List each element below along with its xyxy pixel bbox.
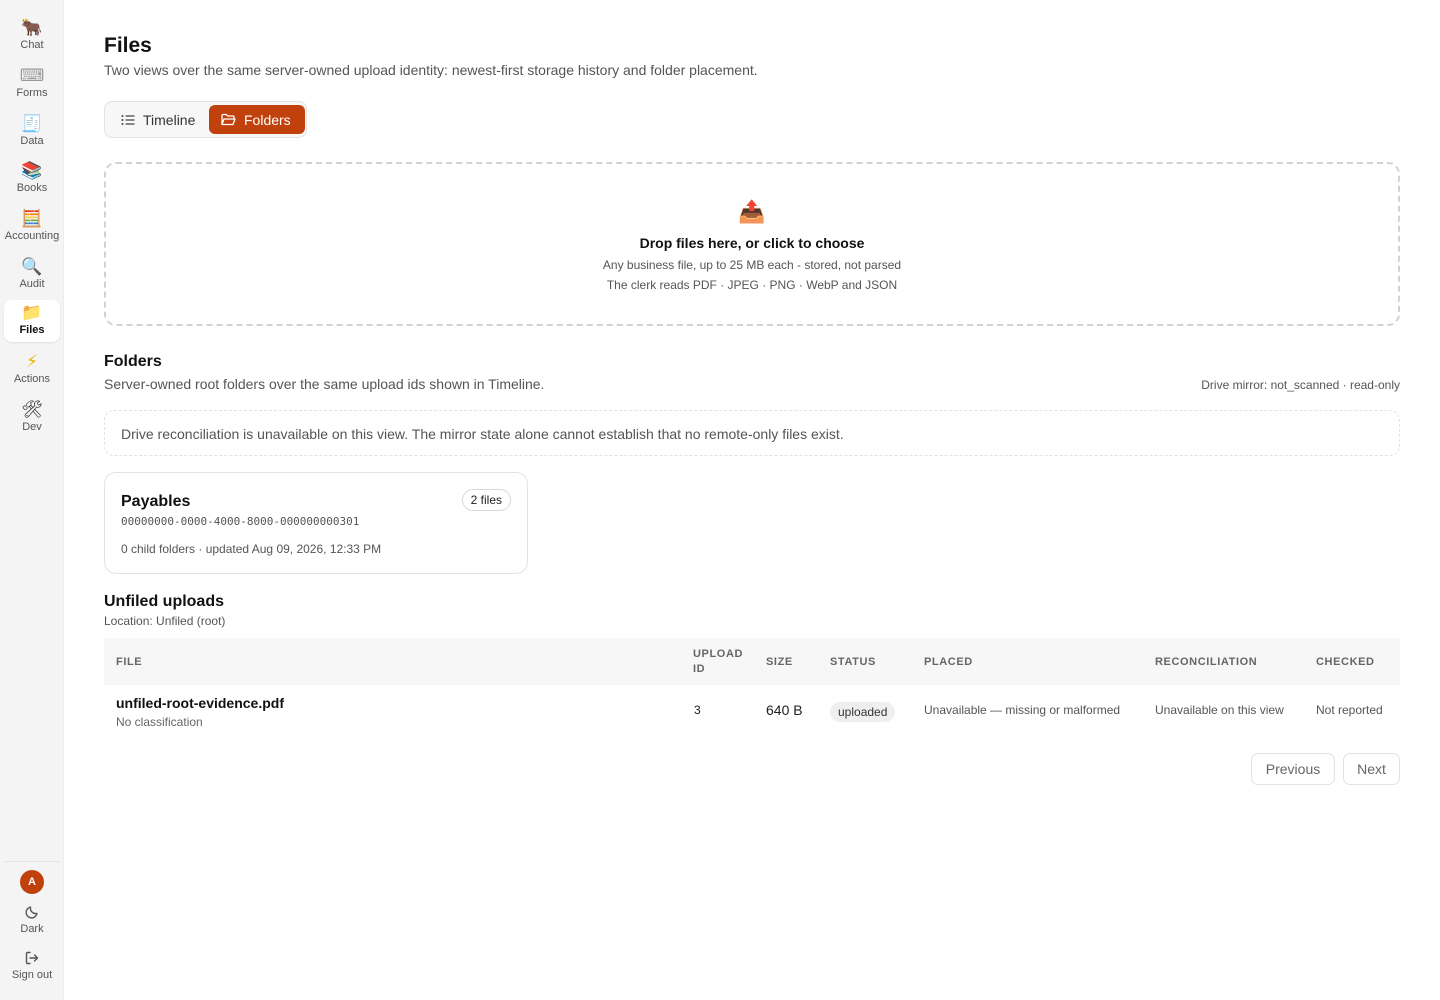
folders-section-title: Folders: [104, 353, 162, 370]
abacus-icon: 🧮: [21, 209, 43, 229]
column-header-size: SIZE: [766, 656, 793, 668]
column-header-reconciliation: RECONCILIATION: [1155, 656, 1258, 668]
tab-folders-label: Folders: [244, 111, 291, 128]
sidebar-item-label: Dev: [22, 421, 42, 433]
sidebar-divider: [4, 861, 60, 862]
sidebar-item-label: Accounting: [4, 230, 60, 242]
sidebar-item-label: Data: [20, 135, 44, 147]
column-header-checked: CHECKED: [1316, 656, 1375, 668]
magnifier-icon: 🔍: [21, 257, 43, 277]
dropzone-limits: Any business file, up to 25 MB each - st…: [602, 258, 902, 272]
folder-name: Payables: [121, 493, 191, 510]
drive-mirror-status: Drive mirror: not_scanned · read-only: [1201, 378, 1400, 392]
folders-section-subtitle: Server-owned root folders over the same …: [104, 376, 545, 392]
folder-icon: 📁: [21, 303, 43, 323]
theme-toggle-button[interactable]: Dark: [4, 904, 60, 936]
column-header-status: STATUS: [830, 656, 876, 668]
folder-open-icon: [221, 113, 236, 125]
column-header-placed: PLACED: [924, 656, 973, 668]
upload-id: 3: [694, 703, 701, 717]
list-icon: [121, 114, 135, 125]
sidebar-item-chat[interactable]: 🐂 Chat: [4, 15, 60, 57]
sidebar-item-label: Forms: [16, 87, 48, 99]
tab-folders[interactable]: Folders: [209, 105, 305, 134]
column-header-upload-id-line1: UPLOAD: [693, 648, 744, 660]
status-badge: uploaded: [830, 702, 896, 722]
books-icon: 📚: [21, 161, 43, 181]
sidebar-item-actions[interactable]: ⚡ Actions: [4, 349, 60, 391]
lightning-icon: ⚡: [26, 352, 38, 372]
placed-status: Unavailable — missing or malformed: [924, 703, 1121, 717]
sidebar-item-audit[interactable]: 🔍 Audit: [4, 254, 60, 296]
file-count-badge: 2 files: [461, 489, 511, 511]
ox-icon: 🐂: [21, 18, 43, 38]
tools-icon: 🛠: [21, 400, 43, 420]
sidebar-item-accounting[interactable]: 🧮 Accounting: [4, 206, 60, 248]
dropzone-formats: The clerk reads PDF · JPEG · PNG · WebP …: [606, 278, 898, 292]
theme-toggle-label: Dark: [20, 923, 44, 935]
folder-card-payables[interactable]: Payables 2 files 00000000-0000-4000-8000…: [104, 472, 528, 574]
view-toggle: Timeline Folders: [104, 101, 307, 138]
unfiled-section-title: Unfiled uploads: [104, 593, 224, 610]
next-page-button[interactable]: Next: [1343, 753, 1400, 785]
file-name[interactable]: unfiled-root-evidence.pdf: [116, 695, 284, 711]
keyboard-icon: ⌨: [19, 66, 45, 86]
table-header: FILE UPLOAD ID SIZE STATUS PLACED RECONC…: [104, 638, 1400, 685]
sidebar-item-label: Chat: [20, 39, 44, 51]
sidebar-item-data[interactable]: 🧾 Data: [4, 111, 60, 153]
file-dropzone[interactable]: 📤 Drop files here, or click to choose An…: [104, 162, 1400, 326]
sidebar-item-label: Files: [19, 324, 45, 336]
sign-out-button[interactable]: Sign out: [4, 950, 60, 982]
sidebar-item-dev[interactable]: 🛠 Dev: [4, 397, 60, 439]
sign-out-icon: [25, 951, 39, 965]
sidebar: 🐂 Chat ⌨ Forms 🧾 Data 📚 Books 🧮 Accounti…: [0, 0, 64, 1000]
tab-timeline[interactable]: Timeline: [109, 105, 207, 134]
sidebar-item-label: Actions: [13, 373, 51, 385]
reconciliation-notice: Drive reconciliation is unavailable on t…: [104, 410, 1400, 456]
dropzone-title: Drop files here, or click to choose: [639, 235, 865, 251]
receipt-icon: 🧾: [21, 114, 43, 134]
sidebar-item-label: Books: [16, 182, 48, 194]
moon-icon: [25, 906, 38, 919]
upload-tray-icon: 📤: [738, 200, 766, 225]
previous-page-button[interactable]: Previous: [1251, 753, 1335, 785]
sidebar-item-files[interactable]: 📁 Files: [4, 300, 60, 342]
sign-out-label: Sign out: [11, 969, 53, 981]
sidebar-item-forms[interactable]: ⌨ Forms: [4, 63, 60, 105]
table-row[interactable]: unfiled-root-evidence.pdf No classificat…: [104, 685, 1400, 735]
sidebar-item-books[interactable]: 📚 Books: [4, 158, 60, 200]
unfiled-location: Location: Unfiled (root): [104, 614, 226, 628]
folder-id: 00000000-0000-4000-8000-000000000301: [121, 515, 360, 528]
folder-meta: 0 child folders · updated Aug 09, 2026, …: [121, 542, 382, 556]
reconciliation-status: Unavailable on this view: [1155, 703, 1284, 717]
column-header-upload-id-line2: ID: [693, 663, 706, 675]
page-title: Files: [104, 34, 152, 57]
tab-timeline-label: Timeline: [143, 111, 196, 128]
avatar[interactable]: A: [20, 870, 44, 894]
page-subtitle: Two views over the same server-owned upl…: [104, 62, 758, 78]
file-classification: No classification: [116, 715, 203, 729]
sidebar-item-label: Audit: [19, 278, 45, 290]
file-size: 640 B: [766, 702, 803, 718]
column-header-file: FILE: [116, 656, 143, 668]
checked-status: Not reported: [1316, 703, 1383, 717]
